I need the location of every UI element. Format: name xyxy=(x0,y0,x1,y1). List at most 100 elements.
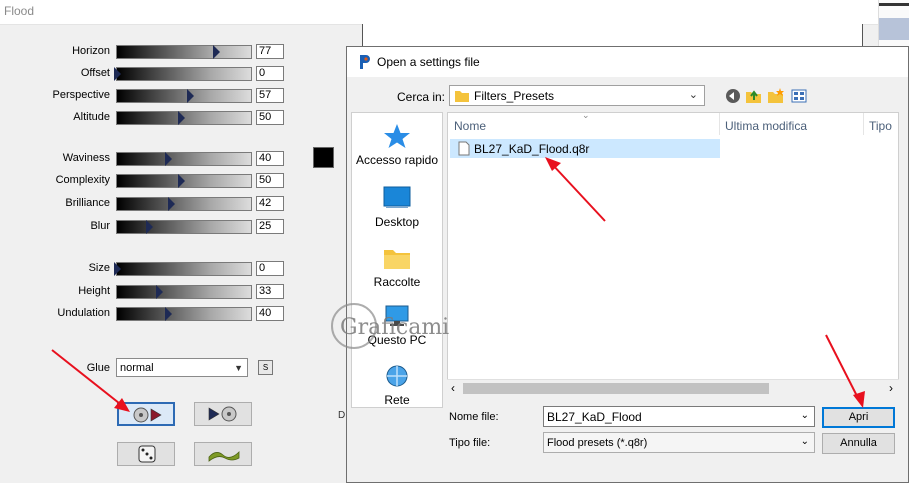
color-swatch[interactable] xyxy=(313,147,334,168)
slider-value-field[interactable]: 57 xyxy=(256,88,284,103)
slider-value-field[interactable]: 40 xyxy=(256,306,284,321)
slider-track[interactable] xyxy=(116,307,252,321)
slider-track[interactable] xyxy=(116,152,252,166)
random-button[interactable] xyxy=(117,442,175,466)
slider-thumb[interactable] xyxy=(178,174,185,188)
place-label: Rete xyxy=(384,393,410,407)
slider-track[interactable] xyxy=(114,262,252,276)
slider-track[interactable] xyxy=(116,111,252,125)
slider-thumb[interactable] xyxy=(156,285,164,299)
filetype-select[interactable]: Flood presets (*.q8r) ⌄ xyxy=(543,432,815,453)
filetype-value: Flood presets (*.q8r) xyxy=(547,437,648,449)
place-label: Questo PC xyxy=(367,333,427,347)
file-row[interactable]: BL27_KaD_Flood.q8r xyxy=(450,139,720,158)
scroll-left-icon[interactable]: ‹ xyxy=(451,381,455,395)
slider-row: Undulation 40 xyxy=(0,306,300,321)
slider-thumb[interactable] xyxy=(114,262,121,276)
places-sidebar: Accesso rapido Desktop Raccolte Questo P… xyxy=(351,112,443,408)
slider-row: Waviness 40 xyxy=(0,151,300,166)
glue-select[interactable]: normal ▼ xyxy=(116,358,248,377)
dialog-title: Open a settings file xyxy=(377,55,480,69)
slider-thumb[interactable] xyxy=(212,45,220,59)
slider-track[interactable] xyxy=(116,285,252,299)
desktop-icon xyxy=(383,186,411,208)
slider-track[interactable] xyxy=(116,174,252,188)
place-network[interactable]: Rete xyxy=(352,363,442,407)
slider-row: Height 33 xyxy=(0,284,300,299)
chevron-down-icon: ▼ xyxy=(234,363,243,373)
s-button[interactable]: S xyxy=(258,360,273,375)
wave-icon xyxy=(208,451,240,462)
place-this-pc[interactable]: Questo PC xyxy=(352,303,442,347)
computer-icon xyxy=(385,305,409,326)
load-preset-icon xyxy=(133,407,162,423)
slider-track[interactable] xyxy=(116,89,252,103)
slider-value-field[interactable]: 77 xyxy=(256,44,284,59)
place-libraries[interactable]: Raccolte xyxy=(352,245,442,289)
look-in-select[interactable]: Filters_Presets ⌄ xyxy=(449,85,705,106)
slider-track[interactable] xyxy=(116,45,252,59)
view-menu-icon[interactable] xyxy=(791,87,809,105)
slider-value-field[interactable]: 50 xyxy=(256,173,284,188)
column-header-type[interactable]: Tipo xyxy=(869,119,892,133)
back-icon[interactable] xyxy=(724,87,742,105)
network-icon xyxy=(386,365,408,387)
save-preset-button[interactable] xyxy=(194,402,252,426)
load-preset-button[interactable] xyxy=(117,402,175,426)
column-separator xyxy=(863,113,864,135)
slider-row: Offset 0 xyxy=(0,66,300,81)
file-list: Nome ⌄ Ultima modifica Tipo BL27_KaD_Flo… xyxy=(447,112,899,397)
slider-row: Blur 25 xyxy=(0,219,300,234)
slider-label: Waviness xyxy=(62,152,110,164)
slider-track[interactable] xyxy=(116,220,252,234)
open-settings-dialog: Open a settings file Cerca in: Filters_P… xyxy=(346,46,909,483)
star-icon xyxy=(384,124,410,148)
slider-value-field[interactable]: 42 xyxy=(256,196,284,211)
column-header-name[interactable]: Nome xyxy=(454,119,486,133)
filename-value: BL27_KaD_Flood xyxy=(547,410,642,424)
slider-label: Brilliance xyxy=(65,197,110,209)
slider-thumb[interactable] xyxy=(167,197,175,211)
column-header-modified[interactable]: Ultima modifica xyxy=(725,119,807,133)
slider-value-field[interactable]: 25 xyxy=(256,219,284,234)
background-bar xyxy=(879,3,909,6)
file-name: BL27_KaD_Flood.q8r xyxy=(474,142,590,156)
slider-row: Horizon 77 xyxy=(0,44,300,59)
slider-label: Offset xyxy=(80,67,110,79)
slider-row: Altitude 50 xyxy=(0,110,300,125)
slider-track[interactable] xyxy=(116,197,252,211)
partial-label: D xyxy=(338,410,346,421)
chevron-down-icon: ⌄ xyxy=(800,436,809,447)
slider-value-field[interactable]: 0 xyxy=(256,261,284,276)
slider-track[interactable] xyxy=(114,67,252,81)
slider-thumb[interactable] xyxy=(146,220,153,234)
scroll-right-icon[interactable]: › xyxy=(889,381,893,395)
filename-label: Nome file: xyxy=(449,411,499,423)
wave-button[interactable] xyxy=(194,442,252,466)
app-icon xyxy=(360,55,370,69)
place-quick-access[interactable]: Accesso rapido xyxy=(352,123,442,167)
scroll-thumb[interactable] xyxy=(463,383,769,394)
slider-thumb[interactable] xyxy=(186,89,194,103)
slider-label: Height xyxy=(78,285,110,297)
slider-value-field[interactable]: 0 xyxy=(256,66,284,81)
slider-label: Horizon xyxy=(72,45,110,57)
look-in-label: Cerca in: xyxy=(397,90,446,104)
dice-icon xyxy=(138,445,156,463)
slider-thumb[interactable] xyxy=(178,111,185,125)
slider-thumb[interactable] xyxy=(114,67,121,81)
slider-thumb[interactable] xyxy=(165,307,173,321)
place-desktop[interactable]: Desktop xyxy=(352,185,442,229)
slider-value-field[interactable]: 33 xyxy=(256,284,284,299)
slider-thumb[interactable] xyxy=(165,152,173,166)
slider-label: Complexity xyxy=(55,174,110,186)
horizontal-scrollbar[interactable]: ‹ › xyxy=(447,379,899,397)
slider-label: Blur xyxy=(90,220,110,232)
slider-value-field[interactable]: 50 xyxy=(256,110,284,125)
cancel-button[interactable]: Annulla xyxy=(822,433,895,454)
new-folder-icon[interactable] xyxy=(767,87,785,105)
slider-value-field[interactable]: 40 xyxy=(256,151,284,166)
open-button[interactable]: Apri xyxy=(822,407,895,428)
filename-field[interactable]: BL27_KaD_Flood ⌄ xyxy=(543,406,815,427)
up-folder-icon[interactable] xyxy=(745,87,763,105)
